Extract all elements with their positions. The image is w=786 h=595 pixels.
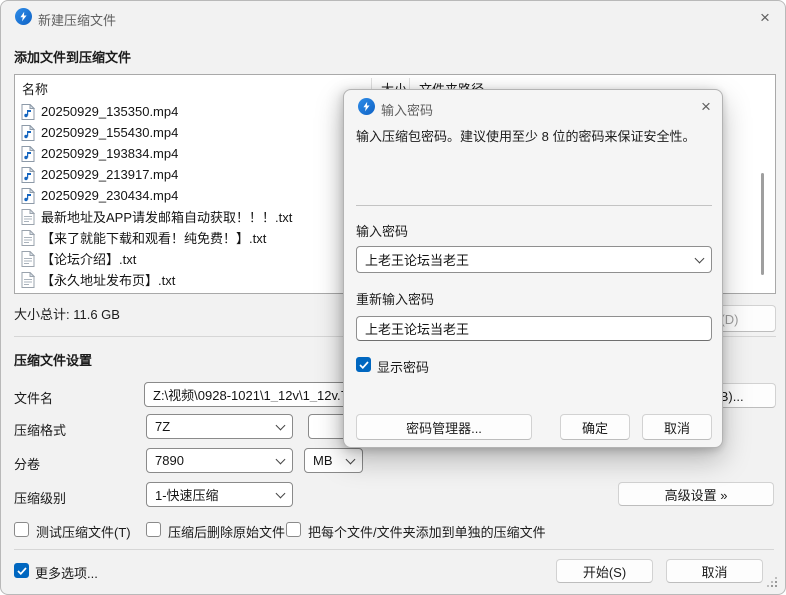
volume-unit-select[interactable]: MB: [304, 448, 363, 473]
password-dialog: 输入密码 × 输入压缩包密码。建议使用至少 8 位的密码来保证安全性。 输入密码…: [343, 89, 723, 448]
separate-archives-checkbox[interactable]: [286, 522, 301, 537]
format-label: 压缩格式: [14, 420, 66, 439]
cancel-button[interactable]: 取消: [666, 559, 763, 583]
filename-label: 文件名: [14, 388, 53, 407]
media-file-icon: [21, 167, 35, 183]
bandizip-logo-icon: [15, 8, 32, 25]
add-files-heading: 添加文件到压缩文件: [14, 47, 131, 66]
column-name[interactable]: 名称: [22, 79, 48, 98]
file-name: 最新地址及APP请发邮箱自动获取！！！.txt: [41, 207, 292, 226]
media-file-icon: [21, 104, 35, 120]
dialog-title: 输入密码: [381, 100, 433, 119]
password-manager-button[interactable]: 密码管理器...: [356, 414, 532, 440]
show-password-label: 显示密码: [377, 357, 429, 376]
dialog-cancel-button[interactable]: 取消: [642, 414, 712, 440]
dialog-close-icon[interactable]: ×: [696, 97, 716, 117]
level-select[interactable]: 1-快速压缩: [146, 482, 293, 507]
password-combobox[interactable]: [356, 246, 712, 273]
file-name: 【论坛介绍】.txt: [41, 249, 136, 268]
media-file-icon: [21, 146, 35, 162]
file-name: 20250929_155430.mp4: [41, 125, 178, 140]
file-name: 【来了就能下载和观看！纯免费！】.txt: [41, 228, 266, 247]
file-name: 【永久地址发布页】.txt: [41, 270, 175, 289]
footer-divider: [14, 549, 774, 550]
delete-after-checkbox[interactable]: [146, 522, 161, 537]
window-title: 新建压缩文件: [38, 10, 116, 29]
dialog-message: 输入压缩包密码。建议使用至少 8 位的密码来保证安全性。: [356, 128, 712, 146]
title-bar: 新建压缩文件 ×: [1, 1, 785, 37]
file-name: 20250929_193834.mp4: [41, 146, 178, 161]
chevron-down-icon: [276, 420, 286, 430]
ok-button[interactable]: 确定: [560, 414, 630, 440]
dialog-divider: [356, 205, 712, 206]
more-options-label: 更多选项...: [35, 563, 98, 582]
chevron-down-icon: [276, 488, 286, 498]
check-icon: [359, 361, 369, 369]
text-file-icon: [21, 272, 35, 288]
volume-size-select[interactable]: 7890: [146, 448, 293, 473]
archive-settings-heading: 压缩文件设置: [14, 350, 92, 369]
format-select[interactable]: 7Z: [146, 414, 293, 439]
media-file-icon: [21, 125, 35, 141]
chevron-down-icon: [695, 253, 705, 263]
resize-grip[interactable]: [767, 577, 777, 587]
level-label: 压缩级别: [14, 488, 66, 507]
show-password-checkbox[interactable]: [356, 357, 371, 372]
start-button[interactable]: 开始(S): [556, 559, 653, 583]
chevron-down-icon: [276, 454, 286, 464]
window-close-icon[interactable]: ×: [755, 8, 775, 28]
total-size-label: 大小总计: 11.6 GB: [14, 304, 120, 323]
bandizip-logo-icon: [358, 98, 375, 115]
file-name: 20250929_213917.mp4: [41, 167, 178, 182]
confirm-password-label: 重新输入密码: [356, 289, 434, 308]
media-file-icon: [21, 188, 35, 204]
new-archive-window: 新建压缩文件 × 添加文件到压缩文件 名称 大小 文件夹路径 20250929_…: [0, 0, 786, 595]
text-file-icon: [21, 230, 35, 246]
text-file-icon: [21, 251, 35, 267]
check-icon: [17, 567, 27, 575]
test-archive-checkbox[interactable]: [14, 522, 29, 537]
list-scrollbar[interactable]: [761, 173, 764, 275]
volume-label: 分卷: [14, 454, 40, 473]
password-label: 输入密码: [356, 221, 408, 240]
text-file-icon: [21, 209, 35, 225]
chevron-down-icon: [346, 454, 356, 464]
test-archive-label: 测试压缩文件(T): [36, 522, 131, 541]
file-name: 20250929_135350.mp4: [41, 104, 178, 119]
advanced-settings-button[interactable]: 高级设置 »: [618, 482, 774, 506]
separate-archives-label: 把每个文件/文件夹添加到单独的压缩文件: [308, 522, 546, 541]
delete-after-label: 压缩后删除原始文件: [168, 522, 285, 541]
more-options-checkbox[interactable]: [14, 563, 29, 578]
file-name: 20250929_230434.mp4: [41, 188, 178, 203]
confirm-password-input[interactable]: [356, 316, 712, 341]
